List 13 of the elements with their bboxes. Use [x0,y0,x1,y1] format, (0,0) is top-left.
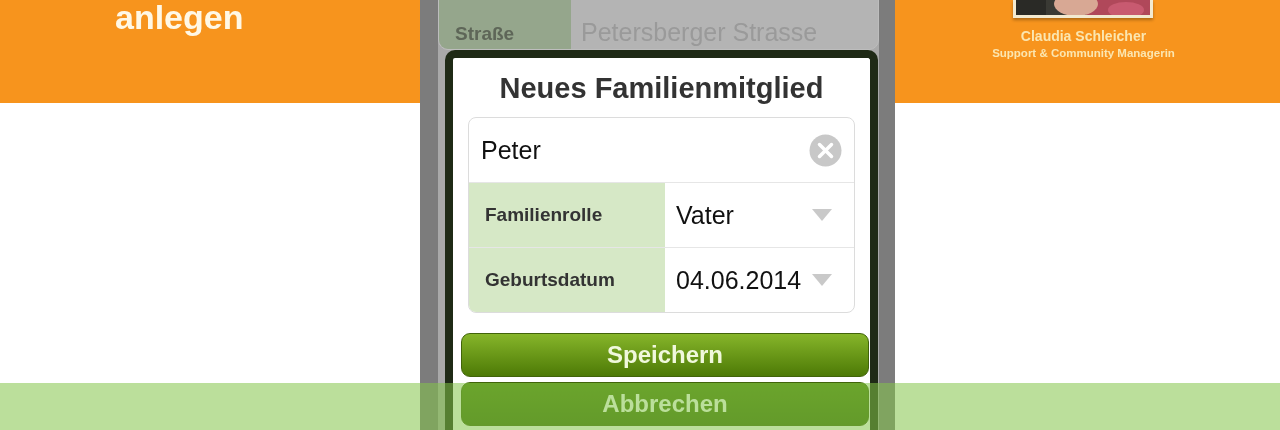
name-input-field[interactable]: Peter [469,118,854,182]
field-label: Geburtsdatum [469,248,665,312]
select-field[interactable]: Vater [665,183,854,247]
dropdown-arrow-icon [812,209,832,221]
select-field[interactable]: 04.06.2014 [665,248,854,312]
dialog-title: Neues Familienmitglied [498,72,825,105]
clear-icon[interactable] [809,133,842,167]
field-label: Straße [439,0,571,49]
dropdown-arrow-icon [812,274,832,286]
field-label: Familienrolle [469,183,665,247]
presenter-role: Support & Community Managerin [992,47,1175,59]
presenter-name: Claudia Schleicher [1020,28,1147,44]
headline: anlegen [115,0,244,34]
